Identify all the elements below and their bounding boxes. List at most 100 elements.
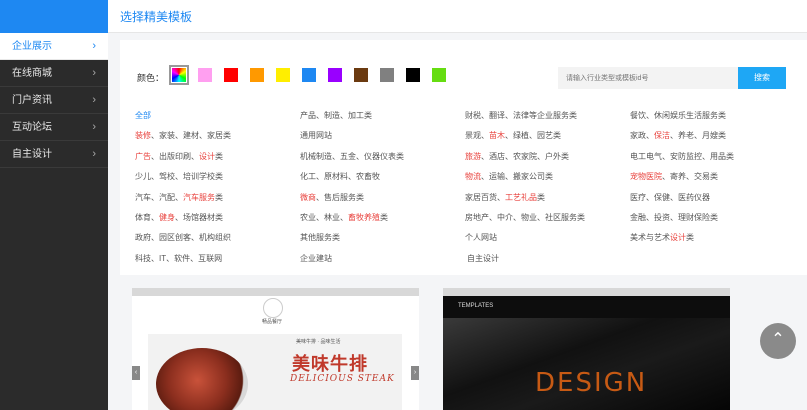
color-swatch[interactable] [432,68,446,82]
category-text: 、场馆器材类 [175,213,223,222]
chevron-right-icon: › [92,67,96,79]
category-link[interactable]: 汽车、汽配、汽车服务类 [135,192,223,203]
sidebar-item-3[interactable]: 互动论坛 › [0,114,108,141]
category-text: 科技、IT、软件、互联网 [135,253,223,263]
category-link[interactable]: 广告、出版印刷、设计类 [135,151,223,162]
thumbnail-subtitle: 美味牛排 · 品味生活 [296,339,341,345]
color-swatch[interactable] [328,68,342,82]
page-header: 选择精美模板 [108,0,807,33]
slider-prev-icon: ‹ [132,366,140,380]
sidebar-item-1[interactable]: 在线商城 › [0,60,108,87]
category-link[interactable]: 装修、家装、建材、家居类 [135,130,231,141]
category-link[interactable]: 少儿、驾校、培训学校类 [135,171,223,182]
category-link[interactable]: 家居百货、工艺礼品类 [465,192,545,203]
category-text: 家居百货、 [465,192,505,202]
sidebar-item-label: 企业展示 [12,41,52,52]
category-text: 汽车、汽配、 [135,192,183,202]
color-swatch[interactable] [224,68,238,82]
category-link[interactable]: 个人网站 [465,232,497,243]
category-text: 宠物医院 [630,172,662,182]
thumbnail-design-text: DESIGN [535,368,648,398]
color-swatch[interactable] [406,68,420,82]
category-link[interactable]: 美术与艺术设计类 [630,232,694,243]
color-swatch[interactable] [276,68,290,82]
category-text: 通用网站 [300,131,332,141]
category-link[interactable]: 产品、制造、加工类 [300,110,372,121]
chevron-right-icon: › [92,121,96,133]
category-text: 类 [215,192,223,202]
category-text: 、出版印刷、 [151,151,199,161]
chevron-right-icon: › [92,40,96,52]
category-text: 物流 [465,172,481,182]
category-link[interactable]: 物流、运输、搬家公司类 [465,171,553,182]
category-link[interactable]: 电工电气、安防监控、用品类 [630,151,734,162]
category-link[interactable]: 金融、投资、理财保险类 [630,212,718,223]
chevron-right-icon: › [92,148,96,160]
browser-bar [132,288,419,296]
category-text: 电工电气、安防监控、用品类 [630,151,734,161]
category-text: 美术与艺术 [630,233,670,243]
color-swatch[interactable] [250,68,264,82]
color-swatch-all[interactable] [169,65,189,85]
category-link[interactable]: 通用网站 [300,130,332,141]
category-link[interactable]: 财税、翻译、法律等企业服务类 [465,110,577,121]
sidebar-item-label: 自主设计 [12,149,52,160]
category-link[interactable]: 宠物医院、寄养、交易类 [630,171,718,182]
category-link[interactable]: 其他服务类 [300,232,340,243]
category-text: 类 [686,233,694,243]
category-text: 类 [380,213,388,222]
category-text: 产品、制造、加工类 [300,111,372,120]
category-text: 健身 [159,213,175,222]
category-link[interactable]: 全部 [135,110,151,121]
category-link[interactable]: 体育、健身、场馆器材类 [135,212,223,223]
category-link[interactable]: 景观、苗木、绿植、园艺类 [465,130,561,141]
category-text: 类 [537,192,545,202]
category-text: 、寄养、交易类 [662,172,718,182]
sidebar-item-2[interactable]: 门户资讯 › [0,87,108,114]
category-link[interactable]: 科技、IT、软件、互联网 [135,253,222,264]
category-text: 机械制造、五金、仪器仪表类 [300,151,404,161]
category-link[interactable]: 家政、保洁、养老、月嫂类 [630,130,726,141]
thumbnail-logo: TEMPLATES [458,303,494,309]
category-text: 设计 [199,151,215,161]
color-swatch[interactable] [198,68,212,82]
category-link[interactable]: 旅游、酒店、农家院、户外类 [465,151,569,162]
category-link[interactable]: 房地产、中介、物业、社区服务类 [465,212,585,223]
category-link[interactable]: 餐饮、休闲娱乐生活服务类 [630,110,726,121]
template-search-input[interactable] [558,67,738,89]
category-text: 装修 [135,131,151,141]
restaurant-logo-icon [263,298,283,318]
category-link[interactable]: 微商、售后服务类 [300,192,364,203]
category-link[interactable]: 化工、原材料、农畜牧 [300,171,380,182]
page-title: 选择精美模板 [120,10,193,24]
category-text: 农业、林业、 [300,213,348,222]
category-text: 家政、 [630,131,654,141]
category-link[interactable]: 机械制造、五金、仪器仪表类 [300,151,404,162]
sidebar-item-4[interactable]: 自主设计 › [0,141,108,168]
color-swatch[interactable] [354,68,368,82]
category-text: 医疗、保健、医药仪器 [630,192,710,202]
category-text: 、售后服务类 [316,192,364,202]
template-thumbnail-design[interactable]: TEMPLATES DESIGN [443,288,730,410]
category-link[interactable]: 医疗、保健、医药仪器 [630,192,710,203]
sidebar-item-label: 在线商城 [12,68,52,79]
sidebar-item-0[interactable]: 企业展示 › [0,33,108,60]
scroll-to-top-button[interactable]: ⌃ [760,323,796,359]
category-text: 微商 [300,192,316,202]
category-link[interactable]: 自主设计 [467,253,499,264]
category-text: 少儿、驾校、培训学校类 [135,172,223,182]
category-text: 、家装、建材、家居类 [151,131,231,141]
category-text: 类 [215,151,223,161]
category-text: 餐饮、休闲娱乐生活服务类 [630,111,726,120]
category-link[interactable]: 企业建站 [300,253,332,264]
sidebar-item-label: 门户资讯 [12,95,52,106]
category-link[interactable]: 农业、林业、畜牧养殖类 [300,212,388,223]
thumbnail-brand: 畅品餐厅 [262,319,283,325]
category-link[interactable]: 政府、园区创客、机构组织 [135,232,231,243]
template-thumbnail-steak[interactable]: 畅品餐厅 美味牛排 · 品味生活 美味牛排 DELICIOUS STEAK ‹ … [132,288,419,410]
template-filter-panel: 颜色： 搜索 全部装修、家装、建材、家居类广告、出版印刷、设计类少儿、驾校、培训… [120,40,807,275]
color-swatch[interactable] [380,68,394,82]
search-button[interactable]: 搜索 [738,67,786,89]
color-swatch[interactable] [302,68,316,82]
category-text: 、运输、搬家公司类 [481,172,553,182]
